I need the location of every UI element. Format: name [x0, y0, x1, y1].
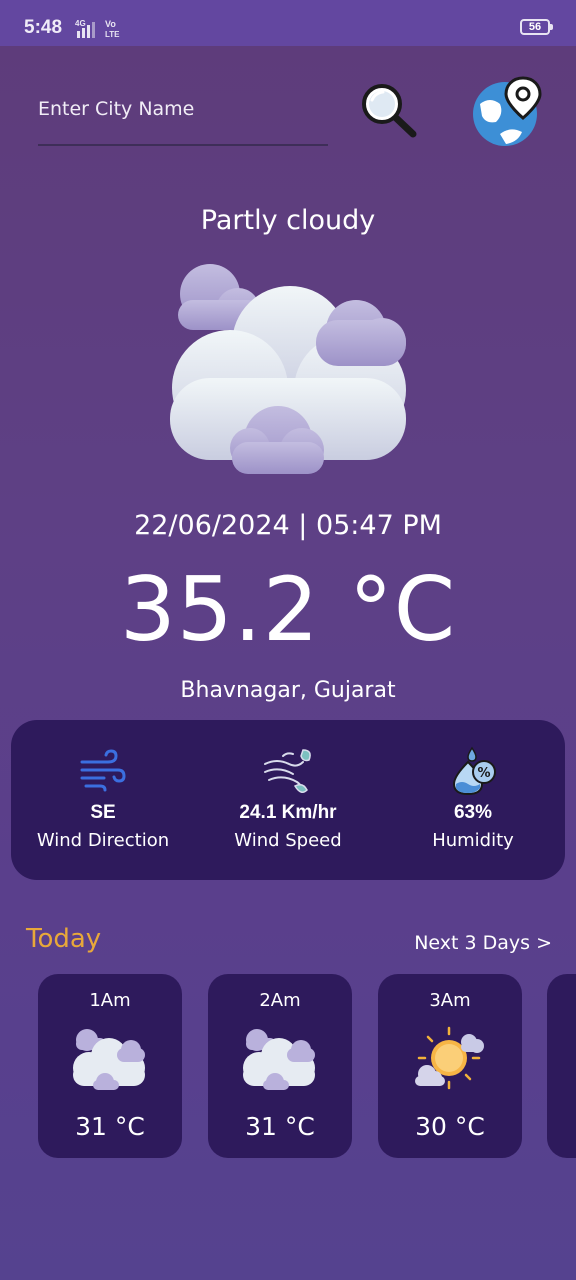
wind-speed-label: Wind Speed [234, 830, 342, 851]
hourly-card[interactable]: 1Am 31 °C [38, 974, 182, 1158]
next-3-days-link[interactable]: Next 3 Days > [414, 932, 552, 954]
map-location-icon[interactable] [470, 74, 544, 148]
search-field[interactable] [38, 92, 328, 146]
wind-direction-stat: SE Wind Direction [11, 720, 195, 880]
hourly-card[interactable] [547, 974, 576, 1158]
weather-condition: Partly cloudy [200, 205, 376, 236]
wind-direction-label: Wind Direction [36, 830, 170, 851]
status-bar: 5:48 4G Vo LTE 56 [0, 0, 576, 46]
hour-temperature: 31 °C [75, 1112, 145, 1141]
wind-speed-stat: 24.1 Km/hr Wind Speed [196, 720, 380, 880]
wind-direction-value: SE [90, 802, 116, 823]
hour-temperature: 30 °C [415, 1112, 485, 1141]
hour-time: 1Am [89, 990, 131, 1011]
sun-cloud-icon [415, 1026, 484, 1090]
status-time: 5:48 [24, 17, 63, 38]
humidity-icon: % [452, 746, 496, 796]
svg-text:Vo: Vo [105, 19, 116, 29]
battery-icon: 56 [520, 19, 553, 35]
partly-cloudy-icon [170, 264, 406, 474]
humidity-stat: % 63% Humidity [381, 720, 565, 880]
svg-text:LTE: LTE [105, 30, 120, 39]
wind-icon [80, 749, 126, 792]
humidity-label: Humidity [432, 830, 514, 851]
search-icon[interactable] [358, 80, 420, 142]
location-name: Bhavnagar, Gujarat [180, 678, 396, 703]
hourly-card[interactable]: 2Am 31 °C [208, 974, 352, 1158]
signal-icon: 4G Vo LTE [75, 19, 120, 39]
date-time: 22/06/2024 | 05:47 PM [134, 510, 442, 541]
partly-cloudy-icon [73, 1029, 145, 1090]
hour-time: 3Am [429, 990, 471, 1011]
svg-text:4G: 4G [75, 19, 86, 28]
hour-temperature: 31 °C [245, 1112, 315, 1141]
humidity-value: 63% [453, 802, 493, 823]
wind-speed-value: 24.1 Km/hr [239, 802, 337, 823]
city-search-input[interactable] [38, 92, 328, 126]
wind-leaf-icon [264, 749, 311, 793]
partly-cloudy-icon [243, 1029, 315, 1090]
today-title: Today [26, 924, 102, 954]
svg-text:%: % [477, 766, 490, 781]
hour-time: 2Am [259, 990, 301, 1011]
weather-stats-card: SE Wind Direction 24.1 Km/hr Wind Speed … [11, 720, 565, 880]
current-temperature: 35.2 °C [119, 558, 457, 661]
hourly-card[interactable]: 3Am 30 °C [378, 974, 522, 1158]
